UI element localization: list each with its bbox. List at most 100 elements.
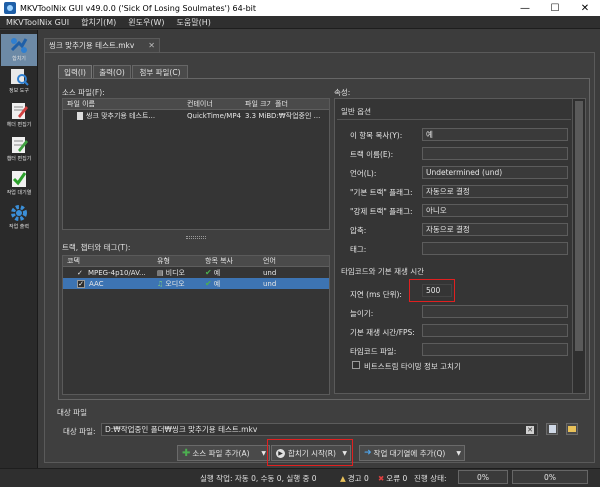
highlight-box xyxy=(267,439,353,466)
plus-icon: ✚ xyxy=(182,447,191,459)
sidebar-item-job-queue[interactable]: 작업 대기열 xyxy=(1,168,37,200)
dropdown-arrow-icon[interactable]: ▼ xyxy=(261,450,266,457)
warning-icon: ▲ xyxy=(340,474,346,483)
col-type[interactable]: 유형 xyxy=(153,256,201,266)
browse-file-button[interactable] xyxy=(546,423,558,435)
sidebar-label: 작업 출력 xyxy=(9,224,29,230)
col-filename[interactable]: 파일 이름 xyxy=(63,99,183,109)
output-section-label: 대상 파일 xyxy=(57,408,87,417)
close-button[interactable]: ✕ xyxy=(570,0,600,16)
maximize-button[interactable]: ☐ xyxy=(540,0,570,16)
progress-bar-current: 0% xyxy=(458,470,508,484)
output-file-value: D:₩작업중인 폴더₩씽크 맞추기용 테스트.mkv xyxy=(105,425,258,434)
stretch-label: 늘이기: xyxy=(350,309,374,318)
title-bar: MKVToolNix GUI v49.0.0 ('Sick Of Losing … xyxy=(0,0,600,16)
progress-label: 진행 상태: xyxy=(414,474,447,483)
fix-bitstream-checkbox[interactable] xyxy=(352,361,360,369)
track-type: ▤ 비디오 xyxy=(157,268,185,277)
track-name-input[interactable] xyxy=(422,147,568,160)
properties-label: 속성: xyxy=(334,88,351,97)
tab-output[interactable]: 출력(O) xyxy=(93,65,131,78)
track-codec: ✓ MPEG-4p10/AV... xyxy=(77,268,146,277)
errors-status[interactable]: ✖ 오류 0 xyxy=(378,473,407,484)
sidebar-label: 챕터 편집기 xyxy=(6,156,32,162)
sidebar-item-chapter-editor[interactable]: 챕터 편집기 xyxy=(1,134,37,166)
check-icon[interactable]: ✓ xyxy=(77,269,85,277)
menu-merge[interactable]: 합치기(M) xyxy=(75,17,122,28)
track-name-label: 트랙 이름(E): xyxy=(350,150,394,159)
track-language: und xyxy=(263,268,277,277)
tracks-table: 코덱 유형 항목 복사 언어 ✓ MPEG-4p10/AV... ▤ 비디오 ✔ 예 … xyxy=(62,255,330,395)
file-folder: D:₩작업중인 ... xyxy=(271,111,321,120)
file-icon xyxy=(548,425,556,433)
track-language: und xyxy=(263,279,277,288)
file-icon xyxy=(77,111,83,120)
timecode-file-input[interactable] xyxy=(422,343,568,356)
splitter-handle[interactable] xyxy=(186,236,206,239)
track-type: ♫ 오디오 xyxy=(157,279,185,288)
scrollbar-thumb[interactable] xyxy=(575,101,583,351)
col-size[interactable]: 파일 크기 xyxy=(241,99,271,109)
dropdown-arrow-icon[interactable]: ▼ xyxy=(456,450,461,457)
clear-icon[interactable]: ✕ xyxy=(526,425,534,434)
add-source-button[interactable]: ✚ 소스 파일 추가(A) ▼ xyxy=(177,445,270,461)
table-row[interactable]: ✓ AAC ♫ 오디오 ✔ 예 und xyxy=(63,278,329,289)
close-tab-icon[interactable]: ✕ xyxy=(148,41,155,50)
sidebar-item-info[interactable]: 정보 도구 xyxy=(1,66,37,98)
audio-icon: ♫ xyxy=(157,279,164,288)
stretch-input[interactable] xyxy=(422,305,568,318)
tracks-label: 트랙, 챕터와 태그(T): xyxy=(62,243,131,252)
language-select[interactable]: Undetermined (und) xyxy=(422,166,568,179)
copy-item-select[interactable]: 예 xyxy=(422,128,568,141)
gear-icon xyxy=(8,204,30,222)
compression-select[interactable]: 자동으로 결정 xyxy=(422,223,568,236)
minimize-button[interactable]: — xyxy=(510,0,540,16)
tab-attachments[interactable]: 첨부 파일(C) xyxy=(132,65,188,78)
browse-folder-button[interactable] xyxy=(566,423,578,435)
col-copy[interactable]: 항목 복사 xyxy=(201,256,259,266)
add-to-queue-button[interactable]: ➜ 작업 대기열에 추가(Q) ▼ xyxy=(359,445,465,461)
delay-label: 지연 (ms 단위): xyxy=(350,290,402,299)
file-size: 3.3 MiB xyxy=(245,111,271,120)
highlight-box xyxy=(409,279,455,302)
folder-icon xyxy=(568,426,576,432)
language-label: 언어(L): xyxy=(350,169,377,178)
sidebar-item-job-output[interactable]: 작업 출력 xyxy=(1,202,37,234)
sidebar-label: 정보 도구 xyxy=(9,88,29,94)
checkbox[interactable]: ✓ xyxy=(77,279,85,288)
info-tool-icon xyxy=(8,68,30,86)
menu-bar: MKVToolNix GUI 합치기(M) 윈도우(W) 도움말(H) xyxy=(0,16,600,29)
table-row[interactable]: 씽크 맞추기용 테스트... QuickTime/MP4 3.3 MiB D:₩… xyxy=(63,110,329,121)
table-header: 파일 이름 컨테이너 파일 크기 폴더 xyxy=(63,99,329,110)
output-file-input[interactable]: D:₩작업중인 폴더₩씽크 맞추기용 테스트.mkv ✕ xyxy=(101,423,538,436)
tab-input[interactable]: 입력(I) xyxy=(58,65,92,78)
col-language[interactable]: 언어 xyxy=(259,256,299,266)
default-track-flag-select[interactable]: 자동으로 결정 xyxy=(422,185,568,198)
check-icon: ✔ xyxy=(205,267,212,277)
progress-bar-total: 0% xyxy=(512,470,588,484)
table-header: 코덱 유형 항목 복사 언어 xyxy=(63,256,329,267)
table-row[interactable]: ✓ MPEG-4p10/AV... ▤ 비디오 ✔ 예 und xyxy=(63,267,329,278)
tags-input[interactable] xyxy=(422,242,568,255)
tab-file[interactable]: 씽크 맞추기용 테스트.mkv ✕ xyxy=(44,38,160,52)
default-duration-select[interactable] xyxy=(422,324,568,337)
sidebar-item-merge[interactable]: 합치기 xyxy=(1,34,37,66)
error-icon: ✖ xyxy=(378,474,385,483)
sidebar-item-header-editor[interactable]: 헤더 편집기 xyxy=(1,100,37,132)
warnings-status[interactable]: ▲ 경고 0 xyxy=(340,473,369,484)
properties-scrollbar[interactable] xyxy=(572,99,585,393)
merge-icon xyxy=(8,36,30,54)
queue-add-icon: ➜ xyxy=(364,448,372,458)
col-codec[interactable]: 코덱 xyxy=(63,256,153,266)
menu-window[interactable]: 윈도우(W) xyxy=(122,17,170,28)
menu-mkvtoolnix[interactable]: MKVToolNix GUI xyxy=(0,18,75,27)
menu-help[interactable]: 도움말(H) xyxy=(171,17,217,28)
tab-file-label: 씽크 맞추기용 테스트.mkv xyxy=(49,41,135,50)
col-folder[interactable]: 폴더 xyxy=(271,99,327,109)
default-duration-label: 기본 재생 시간/FPS: xyxy=(350,328,415,337)
forced-track-flag-select[interactable]: 아니오 xyxy=(422,204,568,217)
sidebar-label: 헤더 편집기 xyxy=(6,122,32,128)
fix-bitstream-label: 비트스트림 타이밍 정보 고치기 xyxy=(364,362,461,371)
col-container[interactable]: 컨테이너 xyxy=(183,99,241,109)
tags-label: 태그: xyxy=(350,245,367,254)
